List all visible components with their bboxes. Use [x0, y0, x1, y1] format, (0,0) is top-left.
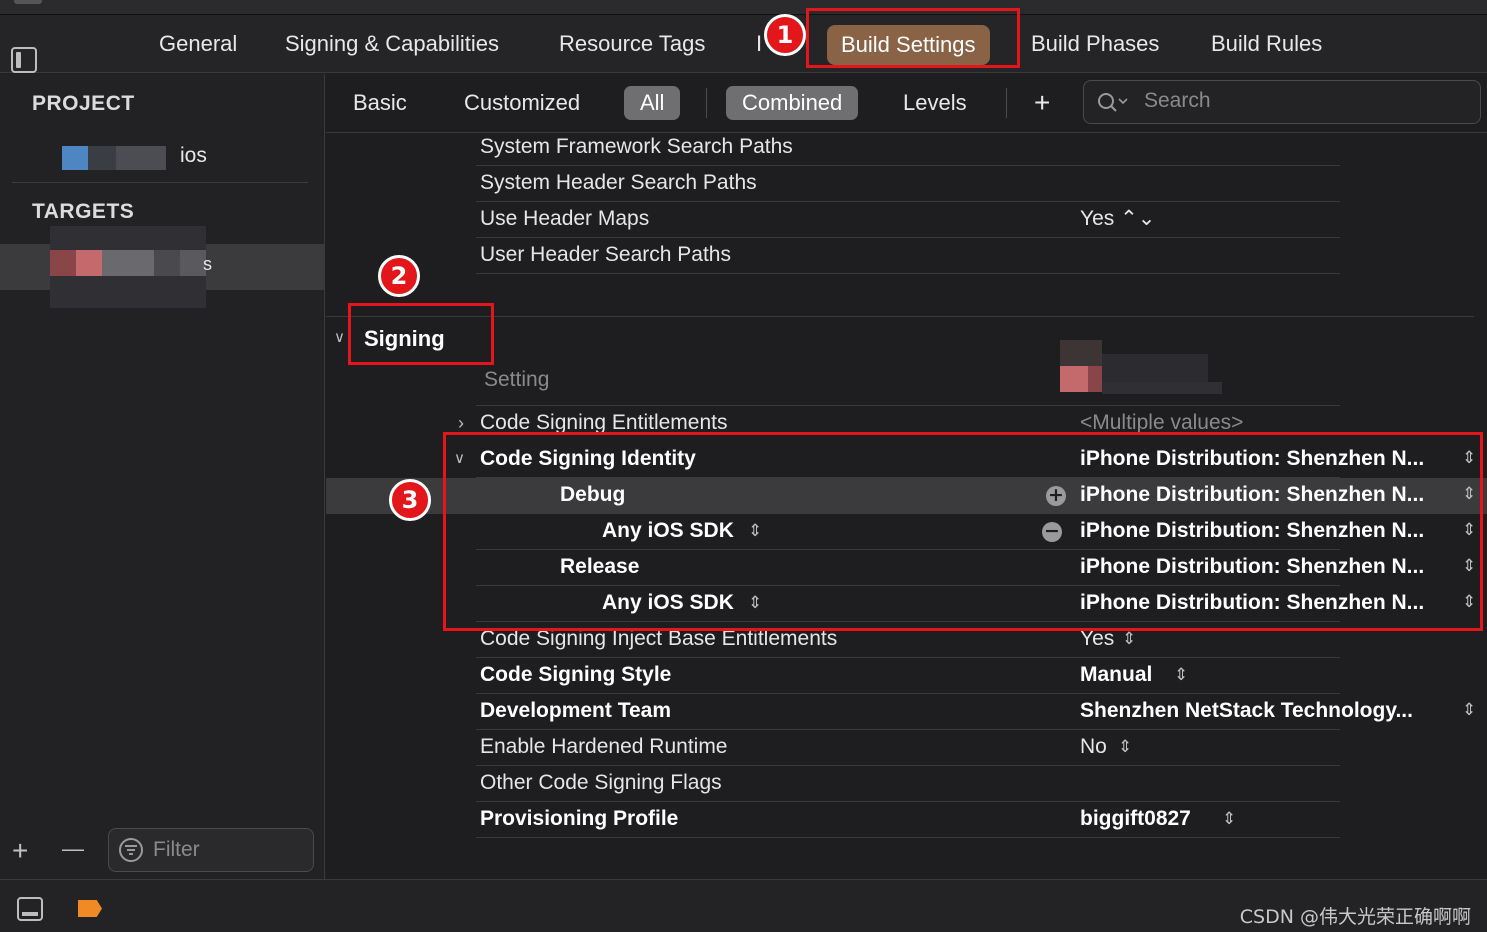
- breakpoint-icon[interactable]: [78, 900, 102, 917]
- setting-name: Other Code Signing Flags: [480, 771, 722, 794]
- redacted-block: [88, 146, 116, 170]
- project-name: ios: [180, 144, 207, 167]
- target-name: s: [203, 254, 212, 274]
- setting-row-other-flags[interactable]: Other Code Signing Flags: [476, 766, 1340, 802]
- target-icon: [50, 250, 76, 276]
- setting-row[interactable]: System Framework Search Paths: [476, 130, 1340, 166]
- callout-build-settings: [806, 8, 1020, 68]
- annotation-badge-3: 3: [389, 479, 431, 521]
- tab-build-phases[interactable]: Build Phases: [1031, 15, 1159, 73]
- tab-info[interactable]: I: [756, 15, 762, 73]
- remove-target-button[interactable]: —: [62, 836, 84, 862]
- search-placeholder: Search: [1144, 89, 1211, 112]
- setting-row-profile[interactable]: Provisioning Profile biggift0827 ⇕: [476, 802, 1340, 838]
- filter-customized[interactable]: Customized: [464, 86, 580, 120]
- callout-signing: [348, 303, 494, 365]
- redacted-block: [116, 146, 166, 170]
- tab-general[interactable]: General: [159, 15, 237, 73]
- filter-all[interactable]: All: [624, 86, 681, 120]
- setting-value[interactable]: Shenzhen NetStack Technology...: [1080, 694, 1413, 728]
- setting-row-hardened[interactable]: Enable Hardened Runtime No ⇕: [476, 730, 1340, 766]
- redacted-block: [154, 250, 180, 276]
- setting-name: Development Team: [480, 699, 671, 722]
- project-header: PROJECT: [32, 92, 135, 115]
- target-column-header: [1060, 340, 1225, 394]
- setting-value[interactable]: Manual: [1080, 658, 1152, 692]
- callout-code-signing-identity: [443, 432, 1483, 631]
- chevron-down-icon[interactable]: ∨: [334, 328, 345, 346]
- redacted-block: [1102, 382, 1222, 394]
- project-icon: [62, 146, 88, 170]
- tab-signing-capabilities[interactable]: Signing & Capabilities: [285, 15, 499, 73]
- debug-area-toggle-icon[interactable]: [17, 897, 43, 921]
- targets-header: TARGETS: [32, 200, 135, 223]
- redacted-block: [1060, 340, 1102, 366]
- search-icon: [1098, 93, 1128, 112]
- project-navigator: PROJECT ios TARGETS s + — Filter: [0, 74, 325, 879]
- redacted-block: [1102, 354, 1208, 382]
- setting-row-style[interactable]: Code Signing Style Manual ⇕: [476, 658, 1340, 694]
- sidebar-toggle-icon[interactable]: [11, 47, 37, 73]
- annotation-badge-2: 2: [378, 255, 420, 297]
- redacted-block: [1088, 366, 1102, 392]
- add-setting-button[interactable]: +: [1034, 86, 1050, 120]
- stepper-icon[interactable]: ⇕: [1174, 658, 1188, 692]
- setting-value[interactable]: No: [1080, 730, 1107, 764]
- setting-name: System Framework Search Paths: [480, 135, 793, 158]
- filter-icon: [119, 838, 143, 862]
- annotation-badge-1: 1: [764, 14, 806, 56]
- editor-tab-bar: General Signing & Capabilities Resource …: [0, 15, 1487, 73]
- divider: [326, 316, 1474, 317]
- add-target-button[interactable]: +: [12, 837, 28, 865]
- filter-field[interactable]: Filter: [108, 828, 314, 872]
- filter-placeholder: Filter: [153, 838, 200, 861]
- project-item[interactable]: ios: [62, 144, 302, 172]
- divider: [1006, 88, 1007, 118]
- stepper-icon[interactable]: ⇕: [1222, 802, 1236, 836]
- tab-build-rules[interactable]: Build Rules: [1211, 15, 1322, 73]
- tab-resource-tags[interactable]: Resource Tags: [559, 15, 705, 73]
- setting-row[interactable]: User Header Search Paths: [476, 238, 1340, 274]
- setting-row[interactable]: Use Header Maps Yes ⌃⌄: [476, 202, 1340, 238]
- setting-name: System Header Search Paths: [480, 171, 757, 194]
- setting-row[interactable]: System Header Search Paths: [476, 166, 1340, 202]
- setting-name: Code Signing Style: [480, 663, 672, 686]
- window-handle: [14, 0, 42, 4]
- filter-levels[interactable]: Levels: [903, 86, 967, 120]
- divider: [12, 182, 308, 183]
- filter-basic[interactable]: Basic: [353, 86, 407, 120]
- watermark: CSDN @伟大光荣正确啊啊: [1239, 906, 1471, 928]
- setting-value[interactable]: Yes ⌃⌄: [1080, 202, 1155, 236]
- stepper-icon[interactable]: ⇕: [1118, 730, 1132, 764]
- setting-name: Enable Hardened Runtime: [480, 735, 728, 758]
- filter-combined[interactable]: Combined: [726, 86, 859, 120]
- stepper-icon[interactable]: ⇕: [1462, 700, 1476, 720]
- setting-value[interactable]: biggift0827: [1080, 802, 1191, 836]
- setting-name: Provisioning Profile: [480, 807, 679, 830]
- setting-name: Use Header Maps: [480, 207, 650, 230]
- divider: [706, 88, 707, 118]
- target-item-selected[interactable]: s: [0, 226, 324, 308]
- setting-row-team[interactable]: Development Team Shenzhen NetStack Techn…: [476, 694, 1413, 730]
- redacted-block: [102, 250, 154, 276]
- settings-filter-bar: Basic Customized All Combined Levels + S…: [326, 74, 1487, 132]
- setting-column-header: Setting: [484, 368, 550, 391]
- window-top-strip: [0, 0, 1487, 15]
- search-field[interactable]: Search: [1083, 80, 1481, 124]
- setting-name: User Header Search Paths: [480, 243, 731, 266]
- target-icon: [1060, 366, 1088, 392]
- redacted-block: [76, 250, 102, 276]
- status-bar: CSDN @伟大光荣正确啊啊: [0, 879, 1487, 932]
